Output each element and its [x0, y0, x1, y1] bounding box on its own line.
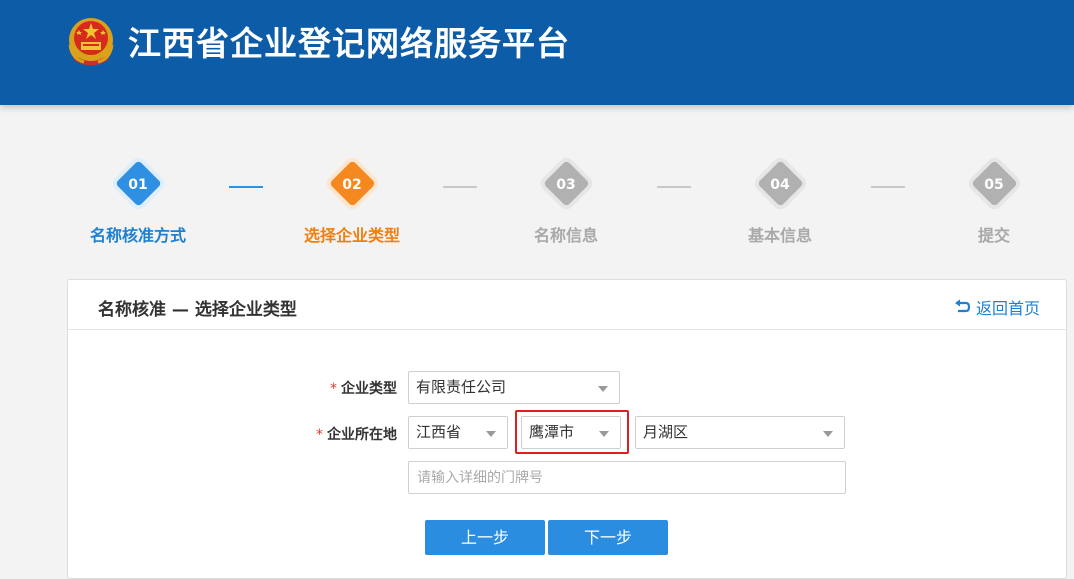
- step-5-label: 提交: [977, 226, 1010, 245]
- enterprise-type-select[interactable]: 有限责任公司: [408, 371, 620, 404]
- national-emblem-icon: [68, 18, 114, 66]
- step-connector: [657, 186, 691, 188]
- step-connector: [871, 186, 905, 188]
- location-label: * 企业所在地: [290, 424, 397, 444]
- step-5-number: 05: [984, 177, 1004, 193]
- next-step-button[interactable]: 下一步: [548, 520, 668, 555]
- step-4: 04 基本信息: [700, 160, 860, 250]
- step-connector: [443, 186, 477, 188]
- required-mark: *: [316, 427, 323, 443]
- chevron-down-icon: [486, 431, 496, 437]
- step-3-number: 03: [556, 177, 576, 193]
- step-5: 05 提交: [914, 160, 1074, 250]
- return-arrow-icon: [954, 299, 971, 313]
- chevron-down-icon: [599, 431, 609, 437]
- step-1-label: 名称核准方式: [89, 226, 186, 245]
- site-header: 江西省企业登记网络服务平台: [0, 0, 1074, 105]
- enterprise-type-label-text: 企业类型: [341, 381, 397, 397]
- province-select[interactable]: 江西省: [408, 416, 508, 449]
- required-mark: *: [330, 381, 337, 397]
- chevron-down-icon: [823, 431, 833, 437]
- step-1: 01 名称核准方式: [58, 160, 218, 250]
- step-4-number: 04: [770, 177, 790, 193]
- panel-header: 名称核准 — 选择企业类型 返回首页: [68, 280, 1066, 330]
- prev-step-button[interactable]: 上一步: [425, 520, 545, 555]
- step-3: 03 名称信息: [486, 160, 646, 250]
- enterprise-type-value: 有限责任公司: [416, 378, 507, 396]
- step-3-label: 名称信息: [533, 226, 598, 245]
- step-1-number: 01: [128, 177, 148, 193]
- progress-stepper: 01 名称核准方式 02 选择企业类型 03 名称信息 04 基本信息 05 提…: [0, 160, 1074, 250]
- site-title: 江西省企业登记网络服务平台: [128, 24, 570, 63]
- step-connector: [229, 186, 263, 188]
- panel-title: 名称核准 — 选择企业类型: [98, 300, 297, 320]
- step-4-label: 基本信息: [747, 226, 812, 245]
- province-value: 江西省: [416, 423, 462, 441]
- city-select[interactable]: 鹰潭市: [521, 416, 621, 449]
- back-home-label: 返回首页: [975, 299, 1040, 318]
- location-label-text: 企业所在地: [327, 427, 397, 443]
- step-2-number: 02: [342, 177, 362, 193]
- chevron-down-icon: [598, 386, 608, 392]
- city-value: 鹰潭市: [529, 423, 575, 441]
- step-2: 02 选择企业类型: [272, 160, 432, 250]
- back-home-link[interactable]: 返回首页: [954, 295, 1040, 319]
- district-select[interactable]: 月湖区: [635, 416, 845, 449]
- address-detail-input[interactable]: [408, 461, 846, 494]
- enterprise-type-label: * 企业类型: [300, 378, 397, 398]
- district-value: 月湖区: [643, 423, 689, 441]
- step-2-label: 选择企业类型: [303, 226, 400, 245]
